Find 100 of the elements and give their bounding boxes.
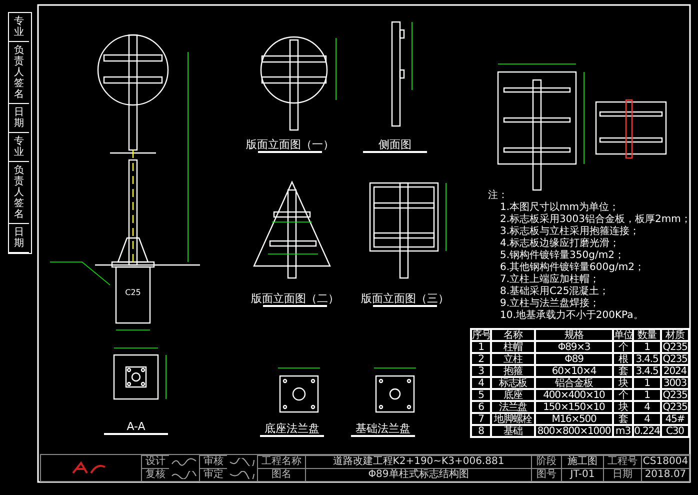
stage-label: 阶段: [531, 455, 561, 468]
role-label: 审核: [199, 455, 227, 468]
table-cell: Φ89×3: [535, 341, 613, 353]
note-text: 9.立柱与法兰盘焊接；: [499, 298, 601, 310]
table-cell: 4: [633, 401, 661, 413]
concrete-grade-label: C25: [125, 288, 141, 297]
column-header: 材质: [661, 329, 689, 341]
note-text: 2.标志板采用3003铝合金板，板厚2mm；: [499, 214, 688, 226]
column-header: 名称: [491, 329, 535, 341]
pole-bracket-drawing: [595, 99, 667, 159]
table-cell: 个: [613, 341, 633, 353]
table-cell: 根: [613, 353, 633, 365]
table-cell: 7: [471, 413, 491, 425]
note-text: 7.立柱上端应加柱帽；: [499, 274, 601, 286]
table-cell: 个: [613, 389, 633, 401]
table-cell: 4: [471, 377, 491, 389]
table-cell: 800×800×1000: [535, 425, 613, 437]
table-cell: 4: [633, 413, 661, 425]
margin-label: 日期: [9, 104, 29, 133]
table-cell: Φ89: [535, 353, 613, 365]
margin-label: 专业: [9, 13, 29, 42]
table-cell: 底座: [491, 389, 535, 401]
table-cell: 45#: [661, 413, 689, 425]
table-cell: m3: [613, 425, 633, 437]
note-text: 3.标志板与立柱采用抱箍连接；: [499, 226, 641, 238]
view-title: 底座法兰盘: [264, 422, 320, 435]
table-cell: 地脚螺栓: [491, 413, 535, 425]
table-cell: 8: [471, 425, 491, 437]
view-title: A-A: [126, 420, 146, 433]
table-cell: 0.224: [633, 425, 661, 437]
table-cell: 3003: [661, 377, 689, 389]
signature-icon: [171, 458, 197, 466]
table-cell: 60×10×4: [535, 365, 613, 377]
note-text: 5.钢构件镀锌量350g/m2；: [499, 250, 626, 262]
drawing-title-label: 图名: [257, 468, 305, 481]
table-cell: 1: [633, 389, 661, 401]
role-label: 设计: [141, 455, 169, 468]
table-cell: Q235: [661, 389, 689, 401]
table-cell: 基础: [491, 425, 535, 437]
table-cell: 3: [471, 365, 491, 377]
table-cell: 1: [633, 341, 661, 353]
table-cell: 400×400×10: [535, 389, 613, 401]
column-header: 数量: [633, 329, 661, 341]
notes-heading: 注：: [488, 190, 509, 202]
signature-icon: [229, 458, 255, 466]
signature-icon: [171, 470, 197, 478]
table-cell: 6: [471, 401, 491, 413]
table-cell: 1: [633, 377, 661, 389]
section-plan-drawing: [113, 348, 166, 400]
job-number-label: 工程号: [603, 455, 641, 468]
table-cell: 立柱: [491, 353, 535, 365]
table-cell: 3.4.5: [633, 365, 661, 377]
drawing-number: JT-01: [561, 468, 603, 481]
table-cell: M16×500: [535, 413, 613, 425]
margin-label: 负责人签名: [9, 162, 29, 224]
drawing-number-label: 图号: [531, 468, 561, 481]
table-cell: Q235: [661, 353, 689, 365]
margin-label: 负责人签名: [9, 42, 29, 104]
table-cell: C30: [661, 425, 689, 437]
stage-value: 施工图: [561, 455, 603, 468]
date-value: 2018.07: [641, 468, 689, 481]
role-label: 审定: [199, 468, 227, 481]
note-text: 1.本图尺寸以mm为单位；: [499, 202, 620, 214]
table-cell: 套: [613, 413, 633, 425]
table-cell: Q235: [661, 401, 689, 413]
table-cell: 2024: [661, 365, 689, 377]
job-number: CS18004: [641, 455, 689, 468]
table-cell: 块: [613, 401, 633, 413]
table-cell: 法兰盘: [491, 401, 535, 413]
column-header: 单位: [613, 329, 633, 341]
table-cell: 150×150×10: [535, 401, 613, 413]
foundation-flange-drawing: [374, 368, 416, 413]
table-cell: 5: [471, 389, 491, 401]
view-title: 基础法兰盘: [356, 422, 410, 435]
view-title: 版面立面图（一）: [246, 138, 334, 151]
column-header: 规格: [535, 329, 613, 341]
table-cell: 1: [471, 341, 491, 353]
table-cell: 抱箍: [491, 365, 535, 377]
table-cell: Q235: [661, 341, 689, 353]
date-label: 日期: [603, 468, 641, 481]
column-header: 序号: [471, 329, 491, 341]
margin-label: 日期: [9, 224, 29, 253]
margin-label: 专业: [9, 133, 29, 162]
note-text: 10.地基承载力不小于200KPa。: [499, 310, 644, 322]
project-label: 工程名称: [257, 455, 305, 468]
base-flange-drawing: [278, 368, 320, 413]
view-title: 侧面图: [378, 138, 412, 151]
note-text: 8.基础采用C25混凝土；: [499, 286, 610, 298]
note-text: 6.其他钢构件镀锌量600g/m2；: [499, 262, 646, 274]
view-title: 版面立面图（二）: [251, 292, 339, 305]
project-name: 道路改建工程K2+190~K3+006.881: [305, 455, 531, 468]
table-cell: 柱帽: [491, 341, 535, 353]
table-cell: 块: [613, 377, 633, 389]
table-cell: 套: [613, 365, 633, 377]
drawing-title: Φ89单柱式标志结构图: [305, 468, 531, 481]
table-cell: 铝合金板: [535, 377, 613, 389]
note-text: 4.标志板边缘应打磨光滑；: [499, 238, 621, 250]
table-cell: 3.4.5: [633, 353, 661, 365]
signature-icon: [229, 470, 255, 478]
table-cell: 标志板: [491, 377, 535, 389]
